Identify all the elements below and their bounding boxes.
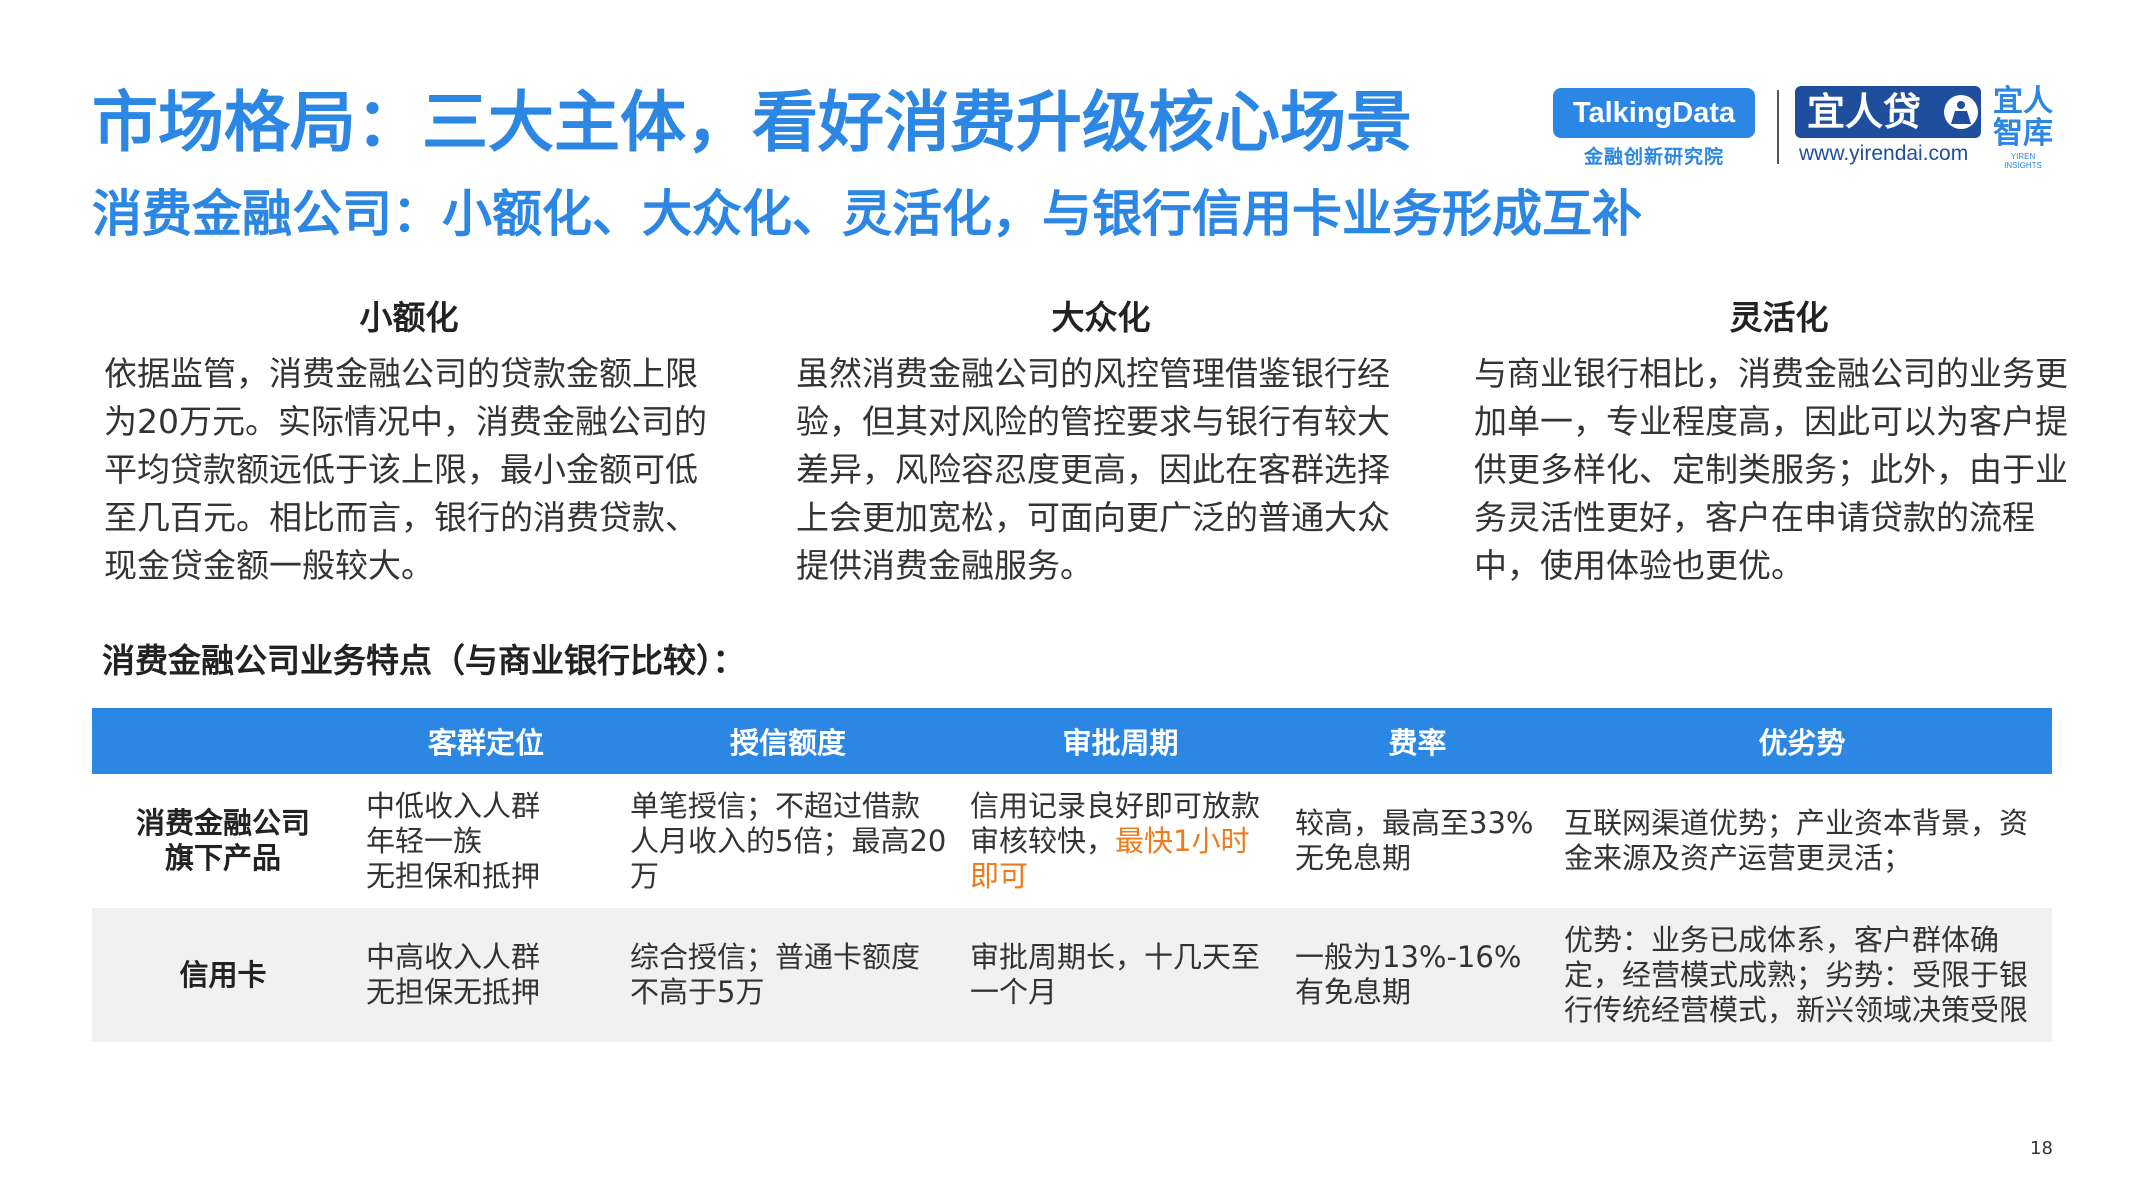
yirendai-logo: 宜人贷 www.yirendai.com 宜人 智库 YIREN INSIGHT… bbox=[1795, 86, 2055, 170]
feature-column-body: 与商业银行相比，消费金融公司的业务更加单一，专业程度高，因此可以为客户提供更多样… bbox=[1474, 354, 2068, 585]
yiren-insights-brand: 宜人 智库 bbox=[1991, 86, 2055, 150]
approval-cell: 信用记录良好即可放款审核较快，最快1小时即可 bbox=[958, 774, 1283, 908]
table-header-cell: 审批周期 bbox=[958, 708, 1283, 774]
person-icon bbox=[1944, 95, 1978, 129]
feature-column-body: 虽然消费金融公司的风控管理借鉴银行经验，但其对风险的管控要求与银行有较大差异，风… bbox=[796, 354, 1390, 585]
feature-column-small-amount: 小额化 依据监管，消费金融公司的贷款金额上限为20万元。实际情况中，消费金融公司… bbox=[104, 296, 714, 590]
table-header-cell: 优劣势 bbox=[1552, 708, 2052, 774]
approval-cell: 审批周期长，十几天至一个月 bbox=[958, 908, 1283, 1042]
cell-line: 中低收入人群 bbox=[366, 788, 541, 823]
pros-cons-cell: 互联网渠道优势；产业资本背景，资金来源及资产运营更灵活； bbox=[1552, 774, 2052, 908]
cell-line: 无免息期 bbox=[1295, 841, 1412, 875]
row-header-line: 消费金融公司 bbox=[135, 806, 310, 840]
cell-line: 中高收入人群 bbox=[366, 940, 541, 974]
row-header-line: 旗下产品 bbox=[164, 841, 281, 875]
yiren-insights-en-line1: YIREN bbox=[2010, 152, 2036, 161]
comparison-table: 客群定位 授信额度 审批周期 费率 优劣势 消费金融公司 旗下产品 中低收入人群… bbox=[92, 708, 2052, 1042]
credit-cell: 单笔授信；不超过借款人月收入的5倍；最高20万 bbox=[618, 774, 958, 908]
table-header-cell: 客群定位 bbox=[354, 708, 618, 774]
customer-cell: 中低收入人群 年轻一族 无担保和抵押 bbox=[354, 774, 618, 908]
talkingdata-logo-sub: 金融创新研究院 bbox=[1583, 146, 1724, 168]
yiren-insights-line1: 宜人 bbox=[1993, 84, 2053, 119]
cell-line: 有免息期 bbox=[1295, 975, 1412, 1009]
feature-column-heading: 大众化 bbox=[1051, 298, 1151, 337]
row-header-line: 信用卡 bbox=[179, 957, 267, 992]
table-header-cell bbox=[92, 708, 354, 774]
feature-column-heading: 灵活化 bbox=[1729, 298, 1829, 337]
row-header-cell: 消费金融公司 旗下产品 bbox=[92, 774, 354, 908]
rate-cell: 一般为13%-16% 有免息期 bbox=[1283, 908, 1552, 1042]
logo-divider bbox=[1777, 90, 1779, 164]
rate-cell: 较高，最高至33% 无免息期 bbox=[1283, 774, 1552, 908]
page-title: 市场格局：三大主体，看好消费升级核心场景 bbox=[92, 84, 1412, 161]
page-number: 18 bbox=[2030, 1138, 2053, 1159]
pros-cons-cell: 优势：业务已成体系，客户群体确定，经营模式成熟；劣势：受限于银行传统经营模式，新… bbox=[1552, 908, 2052, 1042]
talkingdata-logo: TalkingData 金融创新研究院 bbox=[1553, 88, 1755, 169]
table-row: 消费金融公司 旗下产品 中低收入人群 年轻一族 无担保和抵押 单笔授信；不超过借… bbox=[92, 774, 2052, 908]
table-header-cell: 授信额度 bbox=[618, 708, 958, 774]
yirendai-name-text: 宜人贷 bbox=[1807, 90, 1922, 134]
row-header-cell: 信用卡 bbox=[92, 908, 354, 1042]
yiren-insights-en: YIREN INSIGHTS bbox=[1993, 152, 2053, 170]
page-subtitle: 消费金融公司：小额化、大众化、灵活化，与银行信用卡业务形成互补 bbox=[92, 185, 1642, 243]
cell-line: 无担保和抵押 bbox=[366, 858, 541, 893]
feature-column-flexible: 灵活化 与商业银行相比，消费金融公司的业务更加单一，专业程度高，因此可以为客户提… bbox=[1474, 296, 2084, 590]
yiren-insights-line2: 智库 bbox=[1993, 116, 2053, 151]
talkingdata-logo-name: TalkingData bbox=[1553, 88, 1755, 138]
credit-cell: 综合授信；普通卡额度不高于5万 bbox=[618, 908, 958, 1042]
yiren-insights-en-line2: INSIGHTS bbox=[2004, 161, 2042, 170]
yirendai-url: www.yirendai.com bbox=[1799, 142, 1969, 165]
table-header-cell: 费率 bbox=[1283, 708, 1552, 774]
table-row: 信用卡 中高收入人群 无担保无抵押 综合授信；普通卡额度不高于5万 审批周期长，… bbox=[92, 908, 2052, 1042]
cell-line: 一般为13%-16% bbox=[1295, 940, 1522, 974]
cell-line: 较高，最高至33% bbox=[1295, 806, 1534, 840]
section-label: 消费金融公司业务特点（与商业银行比较）： bbox=[102, 641, 746, 680]
feature-column-body: 依据监管，消费金融公司的贷款金额上限为20万元。实际情况中，消费金融公司的平均贷… bbox=[104, 354, 707, 585]
cell-line: 无担保无抵押 bbox=[366, 975, 541, 1009]
customer-cell: 中高收入人群 无担保无抵押 bbox=[354, 908, 618, 1042]
feature-column-heading: 小额化 bbox=[359, 298, 459, 337]
table-header-row: 客群定位 授信额度 审批周期 费率 优劣势 bbox=[92, 708, 2052, 774]
cell-line: 年轻一族 bbox=[366, 823, 483, 858]
feature-column-mass-market: 大众化 虽然消费金融公司的风控管理借鉴银行经验，但其对风险的管控要求与银行有较大… bbox=[796, 296, 1406, 590]
